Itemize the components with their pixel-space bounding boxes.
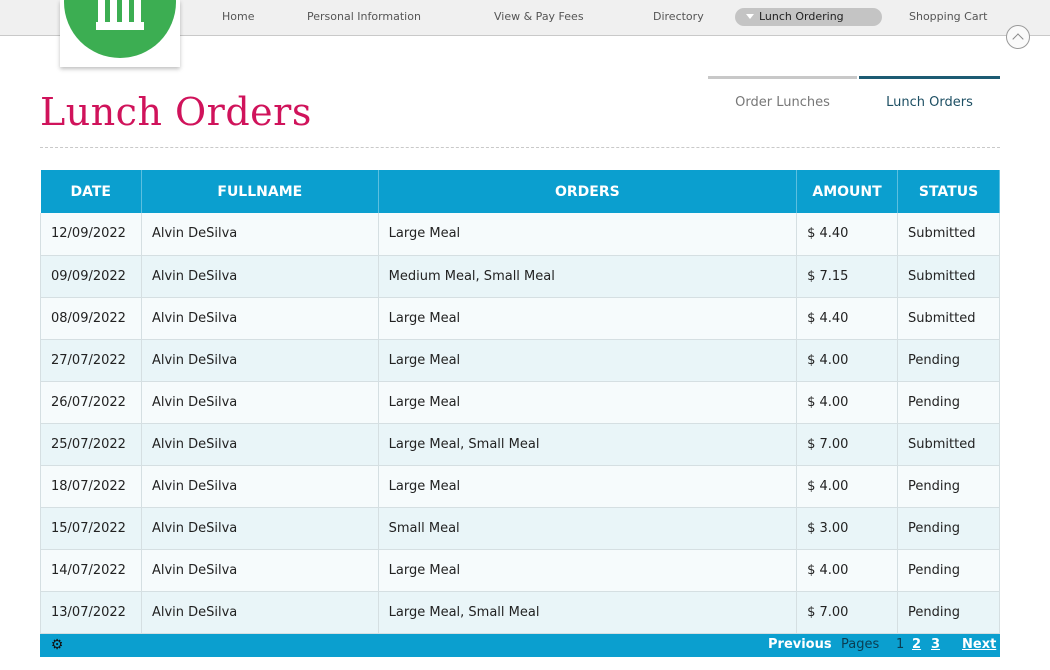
nav-personal-information[interactable]: Personal Information [307,10,421,23]
cell-status: Pending [897,549,1000,592]
cell-fullname: Alvin DeSilva [141,549,379,592]
table-row[interactable]: 14/07/2022 Alvin DeSilva Large Meal $ 4.… [40,549,1000,592]
cell-orders: Medium Meal, Small Meal [378,255,798,298]
dropdown-caret-icon [746,14,754,19]
cell-date: 14/07/2022 [40,549,142,592]
cell-orders: Large Meal [378,465,798,508]
tab-order-lunches[interactable]: Order Lunches [708,76,857,116]
pager-next-link[interactable]: Next [962,637,996,652]
cell-fullname: Alvin DeSilva [141,297,379,340]
cell-amount: $ 4.00 [796,381,899,424]
table-row[interactable]: 12/09/2022 Alvin DeSilva Large Meal $ 4.… [40,213,1000,256]
cell-fullname: Alvin DeSilva [141,507,379,550]
cell-fullname: Alvin DeSilva [141,339,379,382]
cell-amount: $ 4.00 [796,339,899,382]
divider [40,147,1000,148]
pager-pages-label: Pages [841,637,880,652]
cell-orders: Large Meal [378,297,798,340]
cell-amount: $ 7.00 [796,423,899,466]
school-building-icon [64,0,176,58]
table-row[interactable]: 25/07/2022 Alvin DeSilva Large Meal, Sma… [40,423,1000,466]
cell-status: Submitted [897,297,1000,340]
cell-amount: $ 3.00 [796,507,899,550]
table-row[interactable]: 08/09/2022 Alvin DeSilva Large Meal $ 4.… [40,297,1000,340]
cell-orders: Large Meal [378,381,798,424]
cell-date: 12/09/2022 [40,213,142,256]
cell-status: Submitted [897,213,1000,256]
cell-date: 09/09/2022 [40,255,142,298]
cell-date: 15/07/2022 [40,507,142,550]
cell-status: Pending [897,339,1000,382]
cell-status: Pending [897,591,1000,634]
table-row[interactable]: 15/07/2022 Alvin DeSilva Small Meal $ 3.… [40,507,1000,550]
nav-lunch-ordering[interactable]: Lunch Ordering [735,8,882,26]
tab-lunch-orders[interactable]: Lunch Orders [859,76,1000,116]
table-row[interactable]: 27/07/2022 Alvin DeSilva Large Meal $ 4.… [40,339,1000,382]
cell-date: 26/07/2022 [40,381,142,424]
cell-fullname: Alvin DeSilva [141,591,379,634]
cell-orders: Large Meal [378,339,798,382]
cell-fullname: Alvin DeSilva [141,465,379,508]
pager-page-2[interactable]: 2 [912,637,921,652]
table-row[interactable]: 26/07/2022 Alvin DeSilva Large Meal $ 4.… [40,381,1000,424]
logo-column [110,0,117,22]
nav-view-pay-fees[interactable]: View & Pay Fees [494,10,584,23]
cell-status: Pending [897,507,1000,550]
column-header-fullname[interactable]: FULLNAME [141,170,379,213]
lunch-orders-table: DATE FULLNAME ORDERS AMOUNT STATUS 12/09… [40,170,1000,634]
logo-column [122,0,129,22]
cell-fullname: Alvin DeSilva [141,255,379,298]
column-header-status[interactable]: STATUS [897,170,1000,213]
cell-fullname: Alvin DeSilva [141,423,379,466]
chevron-up-icon[interactable] [1006,25,1030,49]
cell-amount: $ 4.00 [796,465,899,508]
cell-date: 25/07/2022 [40,423,142,466]
gear-icon[interactable]: ⚙ [50,638,64,652]
page-title: Lunch Orders [40,90,312,134]
cell-status: Submitted [897,423,1000,466]
pager-previous-link[interactable]: Previous [768,637,832,652]
table-header-row: DATE FULLNAME ORDERS AMOUNT STATUS [40,170,1000,213]
cell-amount: $ 4.40 [796,213,899,256]
cell-status: Submitted [897,255,1000,298]
cell-date: 18/07/2022 [40,465,142,508]
pager-page-3[interactable]: 3 [931,637,940,652]
table-footer-pager: ⚙ Previous Pages 1 2 3 Next [40,634,1000,657]
logo-base [96,22,144,30]
nav-directory[interactable]: Directory [653,10,704,23]
nav-home[interactable]: Home [222,10,254,23]
table-row[interactable]: 18/07/2022 Alvin DeSilva Large Meal $ 4.… [40,465,1000,508]
cell-amount: $ 7.00 [796,591,899,634]
cell-orders: Large Meal, Small Meal [378,591,798,634]
column-header-orders[interactable]: ORDERS [378,170,798,213]
logo-column [98,0,105,22]
cell-amount: $ 4.40 [796,297,899,340]
cell-amount: $ 4.00 [796,549,899,592]
column-header-date[interactable]: DATE [40,170,142,213]
column-header-amount[interactable]: AMOUNT [796,170,899,213]
table-row[interactable]: 09/09/2022 Alvin DeSilva Medium Meal, Sm… [40,255,1000,298]
nav-shopping-cart[interactable]: Shopping Cart [909,10,987,23]
cell-orders: Large Meal [378,213,798,256]
school-logo[interactable] [60,0,180,67]
cell-status: Pending [897,465,1000,508]
cell-date: 13/07/2022 [40,591,142,634]
nav-lunch-ordering-label: Lunch Ordering [759,10,844,23]
cell-orders: Large Meal, Small Meal [378,423,798,466]
cell-fullname: Alvin DeSilva [141,213,379,256]
cell-date: 08/09/2022 [40,297,142,340]
pager-page-1[interactable]: 1 [896,637,904,652]
cell-date: 27/07/2022 [40,339,142,382]
cell-orders: Small Meal [378,507,798,550]
cell-orders: Large Meal [378,549,798,592]
logo-column [134,0,141,22]
cell-amount: $ 7.15 [796,255,899,298]
cell-fullname: Alvin DeSilva [141,381,379,424]
table-row[interactable]: 13/07/2022 Alvin DeSilva Large Meal, Sma… [40,591,1000,634]
cell-status: Pending [897,381,1000,424]
